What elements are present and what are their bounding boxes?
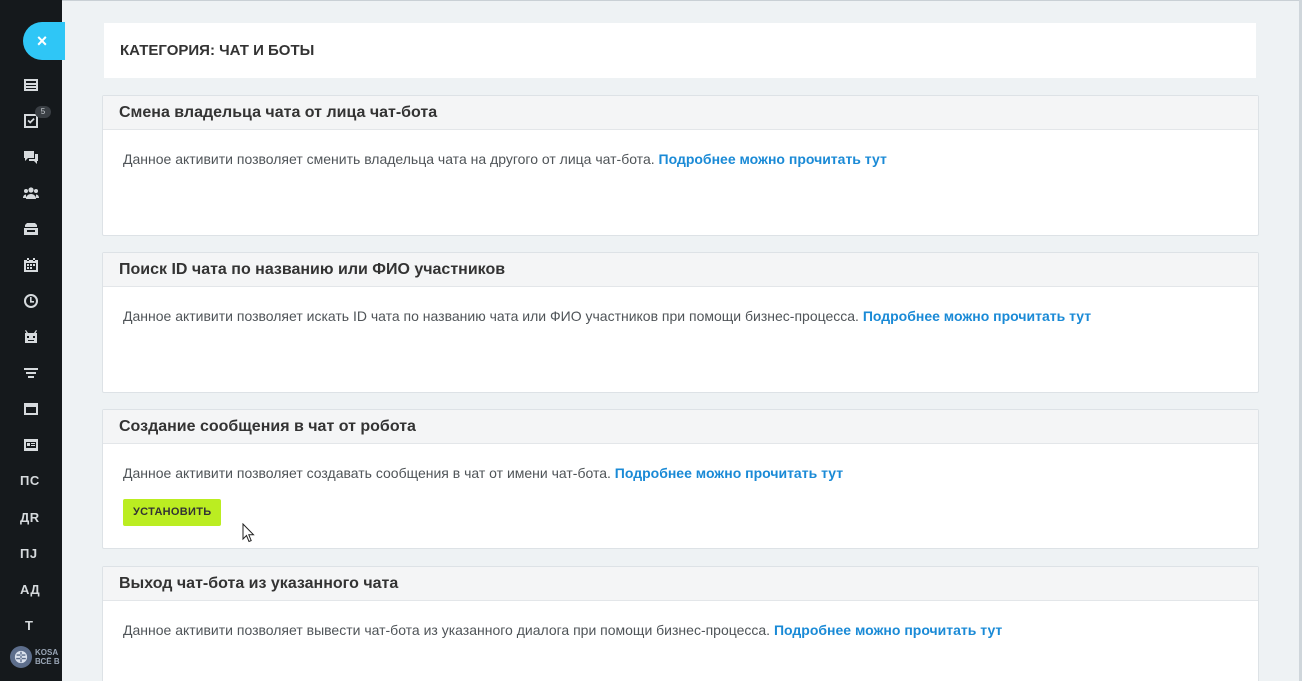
card-body: Данное активити позволяет сменить владел… (103, 130, 1258, 167)
sidebar-text-label: ПJ (20, 545, 38, 561)
sidebar-text-label: ПС (20, 472, 40, 488)
main-content: КАТЕГОРИЯ: ЧАТ И БОТЫ Смена владельца ча… (62, 0, 1302, 681)
contact-card-icon[interactable] (0, 431, 62, 459)
card-description: Данное активити позволяет сменить владел… (123, 151, 659, 167)
sidebar-text-label: ДR (20, 509, 40, 525)
activity-card: Выход чат-бота из указанного чата Данное… (102, 566, 1259, 681)
sidebar-text-item[interactable]: АД (0, 575, 62, 603)
window-icon[interactable] (0, 395, 62, 423)
newspaper-icon[interactable] (0, 71, 62, 99)
activity-card: Поиск ID чата по названию или ФИО участн… (102, 252, 1259, 393)
sidebar-text-item[interactable]: Т (0, 611, 62, 639)
activity-card: Смена владельца чата от лица чат-бота Да… (102, 95, 1259, 236)
card-body: Данное активити позволяет создавать сооб… (103, 444, 1258, 526)
close-slider-button[interactable]: × (23, 22, 65, 60)
read-more-link[interactable]: Подробнее можно прочитать тут (615, 465, 843, 481)
users-group-icon[interactable] (0, 179, 62, 207)
category-header: КАТЕГОРИЯ: ЧАТ И БОТЫ (104, 23, 1256, 78)
clock-icon[interactable] (0, 287, 62, 315)
task-checklist-icon[interactable] (0, 107, 62, 135)
activity-card: Создание сообщения в чат от робота Данно… (102, 409, 1259, 549)
card-title: Создание сообщения в чат от робота (103, 410, 1258, 444)
calendar-icon[interactable] (0, 251, 62, 279)
card-description: Данное активити позволяет создавать сооб… (123, 465, 615, 481)
globe-icon (10, 646, 32, 668)
close-icon: × (36, 30, 48, 51)
install-button[interactable]: УСТАНОВИТЬ (123, 499, 222, 526)
sidebar-text-label: АД (20, 581, 41, 597)
left-sidebar: 5 ПС ДR ПJ АД Т KOSA ВСЁ В (0, 0, 62, 681)
card-body: Данное активити позволяет искать ID чата… (103, 287, 1258, 324)
chat-icon[interactable] (0, 143, 62, 171)
sidebar-text-item[interactable]: ПС (0, 466, 62, 494)
card-title: Выход чат-бота из указанного чата (103, 567, 1258, 601)
sidebar-text-item[interactable]: ПJ (0, 539, 62, 567)
sidebar-text-item[interactable]: ДR (0, 503, 62, 531)
card-description: Данное активити позволяет искать ID чата… (123, 308, 863, 324)
card-body: Данное активити позволяет вывести чат-бо… (103, 601, 1258, 638)
company-logo[interactable]: KOSA ВСЁ В (10, 646, 61, 668)
logo-text: KOSA ВСЁ В (35, 648, 60, 666)
tasks-badge: 5 (35, 106, 51, 118)
page-title: КАТЕГОРИЯ: ЧАТ И БОТЫ (120, 42, 315, 59)
mouse-cursor-icon (242, 523, 255, 543)
sidebar-text-label: Т (25, 617, 34, 633)
filter-icon[interactable] (0, 359, 62, 387)
read-more-link[interactable]: Подробнее можно прочитать тут (659, 151, 887, 167)
read-more-link[interactable]: Подробнее можно прочитать тут (774, 622, 1002, 638)
card-title: Поиск ID чата по названию или ФИО участн… (103, 253, 1258, 287)
robot-icon[interactable] (0, 323, 62, 351)
card-title: Смена владельца чата от лица чат-бота (103, 96, 1258, 130)
crm-stack-icon[interactable] (0, 215, 62, 243)
read-more-link[interactable]: Подробнее можно прочитать тут (863, 308, 1091, 324)
card-description: Данное активити позволяет вывести чат-бо… (123, 622, 774, 638)
